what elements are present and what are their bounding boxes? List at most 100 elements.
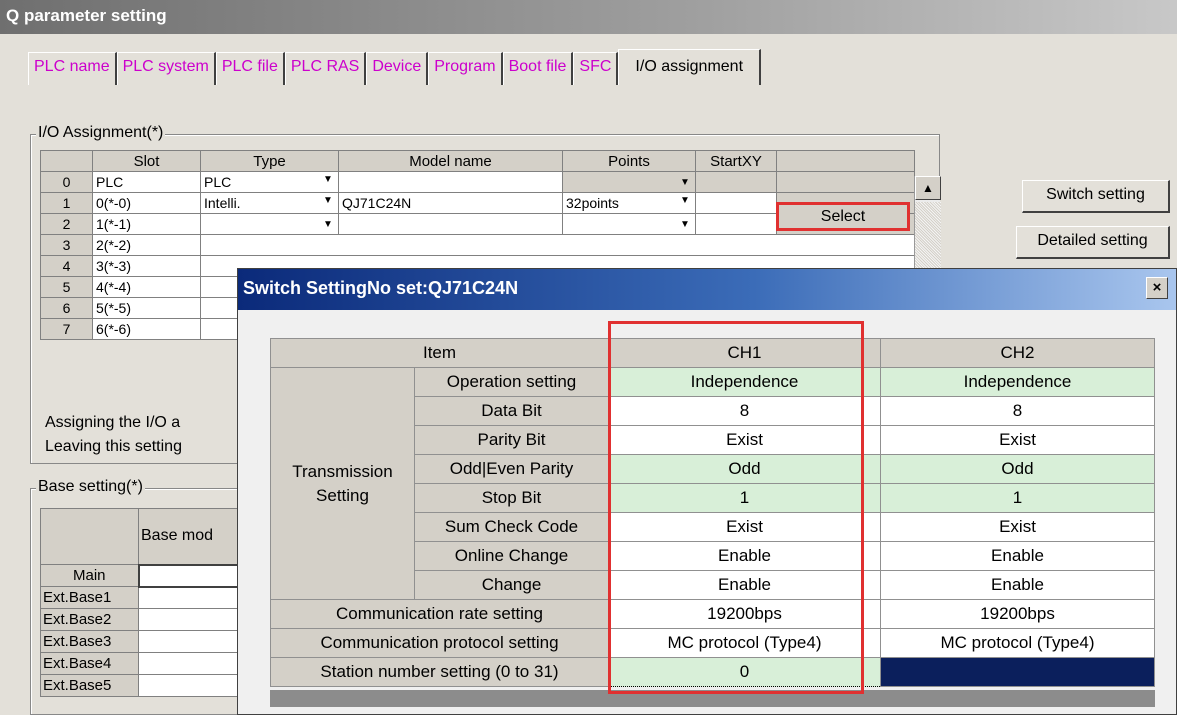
io-header-blank — [776, 150, 915, 172]
startxy-field[interactable] — [695, 192, 777, 214]
points-select[interactable]: ▼ — [562, 213, 696, 235]
sw-item-label: Sum Check Code — [414, 512, 609, 542]
type-value: Intelli. — [204, 195, 241, 211]
chevron-down-icon[interactable]: ▼ — [678, 195, 692, 206]
chevron-down-icon[interactable]: ▼ — [321, 174, 335, 185]
select-cell[interactable] — [776, 171, 915, 193]
tab-plc-name[interactable]: PLC name — [28, 52, 117, 85]
tab-plc-file[interactable]: PLC file — [215, 52, 285, 85]
base-row-label: Main — [40, 564, 139, 587]
row-number: 6 — [40, 297, 93, 319]
ch2-value[interactable]: MC protocol (Type4) — [880, 628, 1155, 658]
slot-cell[interactable]: 5(*-5) — [92, 297, 201, 319]
tab-boot-file[interactable]: Boot file — [502, 52, 574, 85]
base-row-label: Ext.Base3 — [40, 630, 139, 653]
sw-item-label: Communication rate setting — [270, 599, 609, 629]
ch2-value[interactable]: Enable — [880, 570, 1155, 600]
type-select[interactable]: Intelli. ▼ — [200, 192, 339, 214]
ch2-value[interactable]: Enable — [880, 541, 1155, 571]
base-model-field[interactable] — [138, 630, 249, 653]
ch2-value[interactable]: Exist — [880, 425, 1155, 455]
tab-strip: PLC name PLC system PLC file PLC RAS Dev… — [28, 49, 762, 85]
select-button[interactable]: Select — [776, 202, 910, 231]
sw-item-label: Online Change — [414, 541, 609, 571]
points-select[interactable]: ▼ — [562, 171, 696, 193]
tab-device[interactable]: Device — [366, 52, 429, 85]
sw-header-ch2: CH2 — [880, 338, 1155, 368]
base-row-label: Ext.Base4 — [40, 652, 139, 675]
ch2-value[interactable]: Odd — [880, 454, 1155, 484]
base-header-blank — [40, 508, 139, 565]
ch2-value[interactable]: Independence — [880, 367, 1155, 397]
model-field[interactable]: QJ71C24N — [338, 192, 563, 214]
base-model-field[interactable] — [137, 563, 250, 588]
io-header-row: Slot Type Model name Points StartXY — [40, 150, 915, 172]
chevron-down-icon[interactable]: ▼ — [321, 219, 335, 230]
sw-header-item: Item — [270, 338, 609, 368]
base-model-field[interactable] — [138, 586, 249, 609]
table-row: Ext.Base2 — [40, 608, 249, 631]
io-header-startxy: StartXY — [695, 150, 777, 172]
base-table: Base mod Main Ext.Base1 Ext.Base2 Ext.Ba… — [40, 508, 250, 697]
type-select[interactable]: PLC ▼ — [200, 171, 339, 193]
type-value: PLC — [204, 174, 232, 190]
chevron-down-icon[interactable]: ▼ — [321, 195, 335, 206]
ch2-value[interactable]: 19200bps — [880, 599, 1155, 629]
model-field[interactable] — [338, 213, 563, 235]
base-row-label: Ext.Base5 — [40, 674, 139, 697]
chevron-down-icon[interactable]: ▼ — [678, 219, 692, 230]
sw-item-label: Station number setting (0 to 31) — [270, 657, 609, 687]
slot-cell[interactable]: 4(*-4) — [92, 276, 201, 298]
scroll-up-icon[interactable]: ▲ — [915, 176, 941, 200]
table-row: 3 2(*-2) — [40, 234, 915, 256]
switch-setting-button[interactable]: Switch setting — [1022, 180, 1170, 213]
close-icon[interactable]: × — [1146, 277, 1168, 299]
base-model-field[interactable] — [138, 608, 249, 631]
ch1-highlight-box — [608, 321, 864, 694]
tab-io-assignment[interactable]: I/O assignment — [618, 49, 762, 85]
slot-cell[interactable]: 1(*-1) — [92, 213, 201, 235]
slot-cell[interactable]: PLC — [92, 171, 201, 193]
points-select[interactable]: 32points ▼ — [562, 192, 696, 214]
dialog-titlebar[interactable]: Switch SettingNo set:QJ71C24N × — [238, 269, 1176, 310]
base-model-field[interactable] — [138, 652, 249, 675]
io-header-points: Points — [562, 150, 696, 172]
row-number: 2 — [40, 213, 93, 235]
chevron-down-icon[interactable]: ▼ — [678, 177, 692, 188]
tab-sfc[interactable]: SFC — [573, 52, 619, 85]
sw-item-label: Data Bit — [414, 396, 609, 426]
base-header-model: Base mod — [138, 508, 249, 565]
sw-item-label: Communication protocol setting — [270, 628, 609, 658]
io-note-line2: Leaving this setting — [45, 438, 182, 455]
slot-cell[interactable]: 2(*-2) — [92, 234, 201, 256]
group-label-line2: Setting — [316, 485, 369, 505]
ch2-value[interactable]: 8 — [880, 396, 1155, 426]
base-model-field[interactable] — [138, 674, 249, 697]
ch2-value[interactable]: 1 — [880, 483, 1155, 513]
startxy-field[interactable] — [695, 171, 777, 193]
slot-cell[interactable]: 6(*-6) — [92, 318, 201, 340]
startxy-field[interactable] — [695, 213, 777, 235]
slot-cell[interactable]: 0(*-0) — [92, 192, 201, 214]
io-header-type: Type — [200, 150, 339, 172]
row-number: 5 — [40, 276, 93, 298]
slot-cell[interactable]: 3(*-3) — [92, 255, 201, 277]
tab-program[interactable]: Program — [428, 52, 503, 85]
io-header-num — [40, 150, 93, 172]
ch2-value-selected[interactable] — [880, 657, 1155, 687]
table-row: Ext.Base5 — [40, 674, 249, 697]
group-label-line1: Transmission — [292, 461, 393, 481]
tab-plc-system[interactable]: PLC system — [116, 52, 216, 85]
detailed-setting-button[interactable]: Detailed setting — [1016, 226, 1170, 259]
table-row: 0 PLC PLC ▼ ▼ — [40, 171, 915, 193]
points-value: 32points — [566, 195, 619, 211]
base-setting-label: Base setting(*) — [36, 478, 145, 496]
sw-item-label: Operation setting — [414, 367, 609, 397]
ch2-value[interactable]: Exist — [880, 512, 1155, 542]
tab-plc-ras[interactable]: PLC RAS — [284, 52, 367, 85]
model-field[interactable] — [338, 171, 563, 193]
type-select[interactable]: ▼ — [200, 213, 339, 235]
io-note-line1: Assigning the I/O a — [45, 414, 181, 431]
row-number: 0 — [40, 171, 93, 193]
row-number: 7 — [40, 318, 93, 340]
